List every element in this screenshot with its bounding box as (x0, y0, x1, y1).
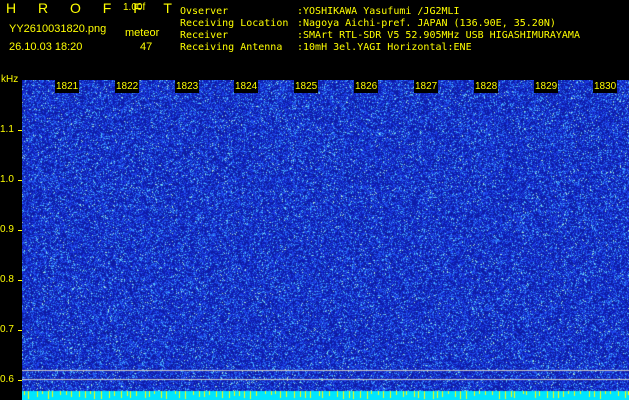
location-value: :Nagoya Aichi-pref. JAPAN (136.90E, 35.2… (297, 18, 556, 29)
y-axis-unit: kHz (1, 74, 19, 85)
x-tick-label: 1829 (534, 80, 559, 93)
y-tick-mark (18, 130, 22, 131)
x-tick-label: 1825 (294, 80, 319, 93)
receiver-label: Receiver (180, 30, 229, 41)
x-tick-label: 1827 (414, 80, 439, 93)
location-label: Receiving Location (180, 18, 289, 29)
x-tick-label: 1823 (175, 80, 200, 93)
meteor-count: 47 (140, 41, 153, 53)
y-tick-label: 0.7 (0, 324, 14, 335)
app-version: 1.00f (123, 2, 146, 13)
y-tick-label: 1.1 (0, 124, 14, 135)
x-tick-label: 1821 (55, 80, 80, 93)
observer-value: :YOSHIKAWA Yasufumi /JG2MLI (297, 6, 460, 17)
file-name: YY2610031820.png (9, 23, 107, 35)
receiver-value: :SMArt RTL-SDR V5 52.905MHz USB HIGASHIM… (297, 30, 580, 41)
y-tick-mark (18, 280, 22, 281)
x-tick-label: 1830 (593, 80, 618, 93)
meteor-label: meteor (125, 27, 160, 39)
antenna-label: Receiving Antenna (180, 42, 283, 53)
spectrogram (22, 80, 629, 400)
y-tick-label: 0.6 (0, 374, 14, 385)
y-tick-label: 1.0 (0, 174, 14, 185)
y-tick-mark (18, 230, 22, 231)
x-tick-label: 1826 (354, 80, 379, 93)
observer-label: Ovserver (180, 6, 229, 17)
y-tick-mark (18, 330, 22, 331)
y-tick-mark (18, 180, 22, 181)
y-tick-label: 0.8 (0, 274, 14, 285)
x-tick-label: 1822 (115, 80, 140, 93)
x-tick-label: 1828 (474, 80, 499, 93)
x-tick-label: 1824 (234, 80, 259, 93)
timestamp: 26.10.03 18:20 (9, 41, 83, 53)
y-tick-mark (18, 380, 22, 381)
antenna-value: :10mH 3el.YAGI Horizontal:ENE (297, 42, 472, 53)
y-tick-label: 0.9 (0, 224, 14, 235)
app-title: H R O F F T (6, 0, 181, 16)
